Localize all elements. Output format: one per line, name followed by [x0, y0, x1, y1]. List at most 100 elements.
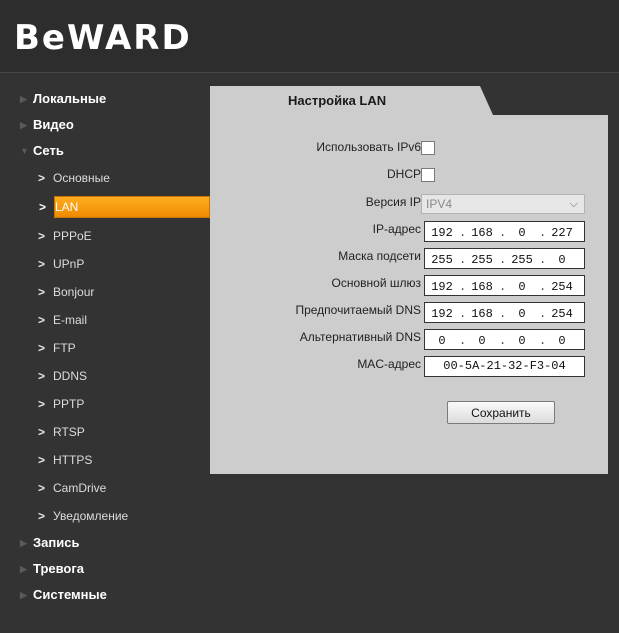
sidebar-category-label: Локальные: [33, 91, 107, 106]
sidebar-item-rtsp[interactable]: > RTSP: [0, 418, 210, 446]
octet[interactable]: 0: [505, 334, 539, 349]
octet[interactable]: 227: [545, 226, 579, 241]
chevron-right-icon: >: [38, 453, 46, 467]
octet[interactable]: 192: [425, 226, 459, 241]
octet[interactable]: 0: [505, 280, 539, 295]
dhcp-checkbox[interactable]: [421, 168, 435, 182]
chevron-right-icon: >: [38, 257, 46, 271]
ipv6-checkbox[interactable]: [421, 141, 435, 155]
sidebar-category-label: Видео: [33, 117, 74, 132]
collapsed-triangle-icon: ▶: [20, 538, 27, 548]
octet[interactable]: 0: [505, 307, 539, 322]
mac-address-label: MAC-адрес: [357, 357, 421, 371]
sidebar-item-label: Основные: [53, 171, 110, 185]
chevron-right-icon: >: [38, 171, 46, 185]
sidebar-category-alarm[interactable]: ▶ Тревога: [0, 556, 210, 582]
octet[interactable]: 0: [545, 334, 579, 349]
tab-corner: [480, 86, 493, 115]
subnet-mask-label: Маска подсети: [338, 249, 421, 263]
sidebar-item-label: RTSP: [53, 425, 85, 439]
chevron-right-icon: >: [38, 509, 46, 523]
sidebar-item-camdrive[interactable]: > CamDrive: [0, 474, 210, 502]
collapsed-triangle-icon: ▶: [20, 120, 27, 130]
dhcp-label: DHCP: [386, 167, 421, 181]
alternate-dns-label: Альтернативный DNS: [299, 330, 421, 344]
mac-address-input[interactable]: 00-5A-21-32-F3-04: [424, 356, 585, 377]
octet[interactable]: 168: [465, 226, 499, 241]
sidebar-item-label: LAN: [55, 200, 79, 214]
sidebar-category-label: Запись: [33, 535, 80, 550]
sidebar-item-lan[interactable]: > LAN: [39, 196, 210, 218]
sidebar-item-notification[interactable]: > Уведомление: [0, 502, 210, 530]
collapsed-triangle-icon: ▶: [20, 590, 27, 600]
octet[interactable]: 254: [545, 307, 579, 322]
sidebar-item-upnp[interactable]: > UPnP: [0, 250, 210, 278]
ip-address-label: IP-адрес: [372, 222, 421, 236]
sidebar-category-local[interactable]: ▶ Локальные: [0, 86, 210, 112]
tab-lan-settings: Настройка LAN: [210, 86, 480, 115]
app-window: BeWARD ▶ Локальные ▶ Видео ▼ Сеть > Осно…: [0, 0, 619, 633]
sidebar-item-pptp[interactable]: > PPTP: [0, 390, 210, 418]
gateway-input[interactable]: 192. 168. 0. 254: [424, 275, 585, 296]
sidebar-category-record[interactable]: ▶ Запись: [0, 530, 210, 556]
tab-strip-background: [493, 86, 608, 115]
sidebar-item-pppoe[interactable]: > PPPoE: [0, 222, 210, 250]
chevron-right-icon: >: [38, 313, 46, 327]
sidebar-item-label: UPnP: [53, 257, 85, 271]
octet[interactable]: 255: [505, 253, 539, 268]
ip-version-select[interactable]: IPV4 ⌵: [421, 194, 585, 214]
sidebar-item-label: DDNS: [53, 369, 88, 383]
ip-version-label: Версия IP: [365, 195, 421, 209]
sidebar-category-label: Сеть: [33, 143, 64, 158]
octet[interactable]: 168: [465, 280, 499, 295]
subnet-mask-input[interactable]: 255. 255. 255. 0: [424, 248, 585, 269]
sidebar-item-https[interactable]: > HTTPS: [0, 446, 210, 474]
alternate-dns-input[interactable]: 0. 0. 0. 0: [424, 329, 585, 350]
octet[interactable]: 0: [545, 253, 579, 268]
sidebar-item-label: HTTPS: [53, 453, 93, 467]
sidebar-item-label: PPTP: [53, 397, 85, 411]
chevron-right-icon: >: [38, 425, 46, 439]
header-bar: BeWARD: [0, 0, 619, 73]
octet[interactable]: 192: [425, 307, 459, 322]
sidebar-item-basic[interactable]: > Основные: [0, 164, 210, 192]
tab-title: Настройка LAN: [288, 93, 387, 108]
sidebar-item-label: FTP: [53, 341, 76, 355]
sidebar-item-bonjour[interactable]: > Bonjour: [0, 278, 210, 306]
sidebar-category-system[interactable]: ▶ Системные: [0, 582, 210, 608]
collapsed-triangle-icon: ▶: [20, 94, 27, 104]
ipv6-label: Использовать IPv6: [316, 140, 421, 154]
sidebar-item-email[interactable]: > E-mail: [0, 306, 210, 334]
chevron-right-icon: >: [38, 341, 46, 355]
octet[interactable]: 0: [465, 334, 499, 349]
chevron-down-icon: ⌵: [569, 198, 578, 210]
sidebar-item-ftp[interactable]: > FTP: [0, 334, 210, 362]
octet[interactable]: 0: [425, 334, 459, 349]
chevron-right-icon: >: [38, 285, 46, 299]
sidebar-category-label: Системные: [33, 587, 107, 602]
ip-address-input[interactable]: 192. 168. 0. 227: [424, 221, 585, 242]
sidebar-item-label: Bonjour: [53, 285, 95, 299]
octet[interactable]: 254: [545, 280, 579, 295]
preferred-dns-label: Предпочитаемый DNS: [295, 303, 421, 317]
octet[interactable]: 192: [425, 280, 459, 295]
octet[interactable]: 0: [505, 226, 539, 241]
save-button[interactable]: Сохранить: [447, 401, 555, 424]
beward-logo: BeWARD: [14, 18, 192, 58]
chevron-right-icon: >: [38, 369, 46, 383]
sidebar-item-label: PPPoE: [53, 229, 92, 243]
sidebar-item-label: E-mail: [53, 313, 88, 327]
sidebar-category-label: Тревога: [33, 561, 85, 576]
octet[interactable]: 168: [465, 307, 499, 322]
ip-version-value: IPV4: [426, 197, 453, 211]
sidebar-item-ddns[interactable]: > DDNS: [0, 362, 210, 390]
chevron-right-icon: >: [38, 397, 46, 411]
sidebar-category-network[interactable]: ▼ Сеть: [0, 138, 210, 164]
chevron-right-icon: >: [38, 481, 46, 495]
sidebar-item-label: Уведомление: [53, 509, 129, 523]
octet[interactable]: 255: [425, 253, 459, 268]
collapsed-triangle-icon: ▶: [20, 564, 27, 574]
octet[interactable]: 255: [465, 253, 499, 268]
sidebar-category-video[interactable]: ▶ Видео: [0, 112, 210, 138]
preferred-dns-input[interactable]: 192. 168. 0. 254: [424, 302, 585, 323]
